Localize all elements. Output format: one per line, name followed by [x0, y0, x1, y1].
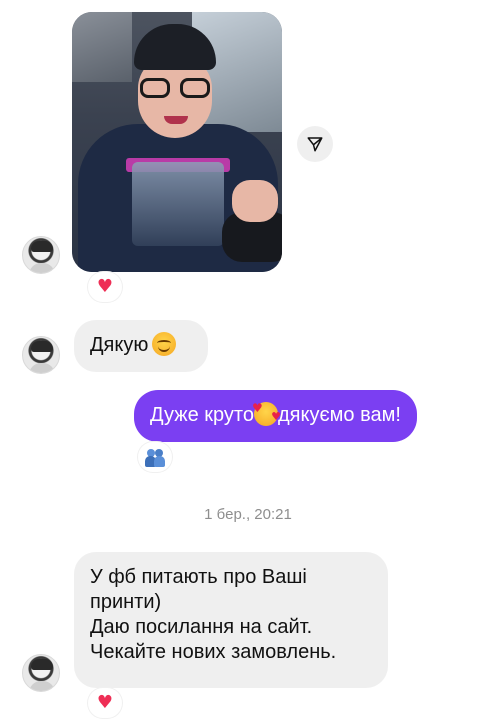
- reaction-heart[interactable]: ♥: [88, 272, 122, 302]
- message-bubble-incoming[interactable]: Дякую: [74, 320, 208, 372]
- avatar[interactable]: [22, 336, 60, 374]
- message-text-part1: Дуже круто: [150, 404, 254, 426]
- message-line: У фб питають про Ваші: [90, 566, 307, 588]
- message-bubble-incoming[interactable]: У фб питають про Ваші принти) Даю посила…: [74, 552, 388, 688]
- people-hugging-icon: [145, 447, 165, 467]
- avatar[interactable]: [22, 236, 60, 274]
- avatar[interactable]: [22, 654, 60, 692]
- message-line: Чекайте нових замовлень.: [90, 641, 337, 663]
- paper-plane-icon: [307, 137, 323, 152]
- message-bubble-outgoing[interactable]: Дуже круто дякуємо вам!: [134, 390, 417, 442]
- timestamp: 1 бер., 20:21: [204, 506, 292, 523]
- heart-icon: ♥: [96, 276, 114, 297]
- shared-photo[interactable]: [72, 12, 282, 272]
- smiling-face-with-hearts-emoji: [252, 396, 281, 429]
- heart-icon: ♥: [96, 692, 114, 713]
- reaction-heart[interactable]: ♥: [88, 688, 122, 718]
- message-text: Дякую: [90, 334, 149, 356]
- share-button[interactable]: [297, 126, 333, 162]
- message-line: принти): [90, 591, 162, 613]
- message-text-part2: дякуємо вам!: [277, 404, 401, 426]
- message-line: Даю посилання на сайт.: [90, 616, 313, 638]
- smiling-face-emoji: [152, 332, 177, 356]
- reaction-people[interactable]: [138, 442, 172, 472]
